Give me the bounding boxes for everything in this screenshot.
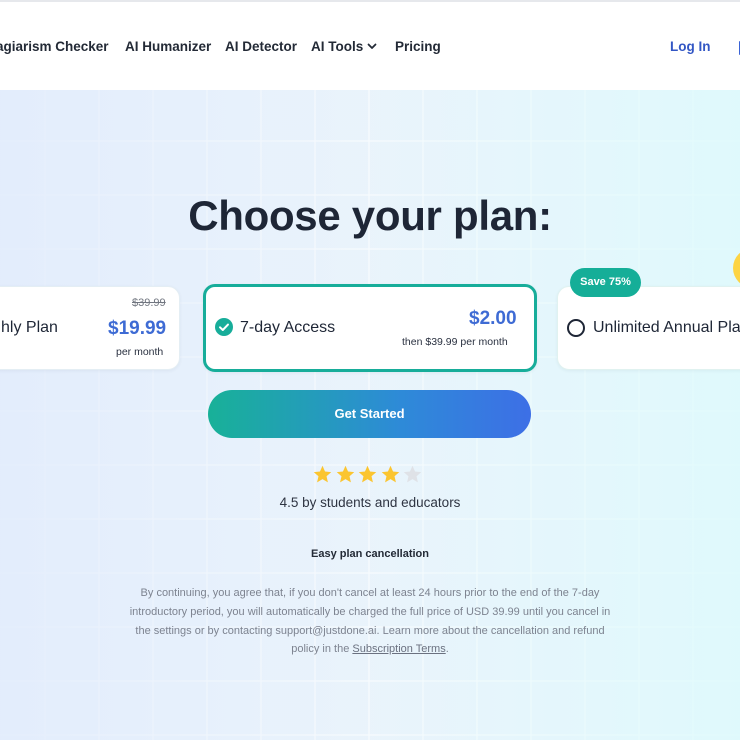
nav-pricing[interactable]: Pricing (395, 39, 441, 54)
nav-plagiarism-checker[interactable]: agiarism Checker (0, 39, 109, 54)
login-link[interactable]: Log In (670, 39, 711, 54)
page-title: Choose your plan: (188, 192, 552, 239)
save-badge: Save 75% (570, 268, 641, 297)
chevron-down-icon (367, 43, 377, 49)
plan-name: hly Plan (1, 319, 58, 336)
rating-stars (310, 464, 430, 486)
nav-ai-detector[interactable]: AI Detector (225, 39, 297, 54)
plan-price: $2.00 (469, 308, 517, 329)
top-navbar: agiarism Checker AI Humanizer AI Detecto… (0, 2, 740, 90)
plan-name: Unlimited Annual Pla (593, 319, 740, 336)
star-icon (358, 465, 377, 483)
rating-text: 4.5 by students and educators (279, 495, 461, 510)
plan-price: $19.99 (108, 318, 167, 339)
cancellation-title: Easy plan cancellation (311, 548, 429, 560)
plan-old-price: $39.99 (132, 297, 166, 309)
subscription-terms-link[interactable]: Subscription Terms (352, 643, 445, 655)
nav-ai-tools[interactable]: AI Tools (311, 39, 378, 54)
plan-period: per month (116, 346, 164, 358)
nav-ai-humanizer[interactable]: AI Humanizer (125, 39, 211, 54)
plan-card-monthly[interactable]: hly Plan $39.99 $19.99 per month (0, 286, 180, 370)
check-circle-icon (215, 318, 233, 336)
cancellation-policy-text: By continuing, you agree that, if you do… (124, 584, 616, 659)
plan-name: 7-day Access (240, 319, 336, 336)
star-empty-icon (403, 465, 422, 483)
radio-empty-icon (567, 319, 585, 337)
plan-card-annual[interactable]: Unlimited Annual Pla (557, 286, 740, 370)
policy-end: . (445, 643, 449, 656)
plan-card-7-day[interactable]: 7-day Access $2.00 then $39.99 per month (203, 284, 537, 372)
star-icon (313, 465, 332, 483)
plan-period: then $39.99 per month (402, 336, 508, 348)
star-icon (336, 465, 355, 483)
star-icon (381, 465, 400, 483)
get-started-button[interactable]: Get Started (208, 390, 531, 438)
nav-ai-tools-label: AI Tools (311, 39, 364, 54)
